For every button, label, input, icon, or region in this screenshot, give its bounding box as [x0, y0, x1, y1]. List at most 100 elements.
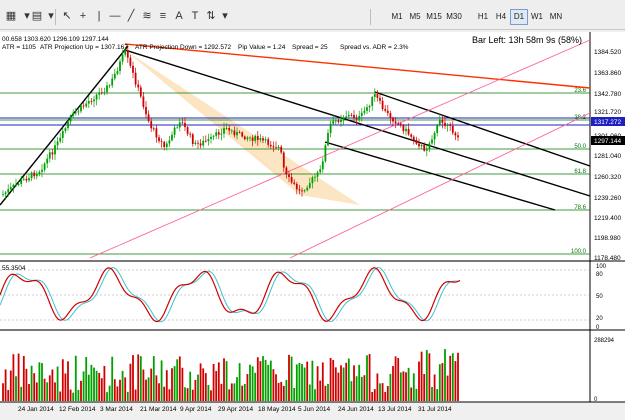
timeframe-m1[interactable]: M1 [388, 9, 406, 25]
volume-bar [363, 375, 366, 401]
candle-body [301, 190, 303, 192]
volume-bar [251, 366, 254, 401]
candle-body [399, 123, 402, 125]
volume-bar [241, 385, 244, 401]
volume-bar [394, 356, 397, 401]
candle-body [420, 144, 423, 147]
dropdown-icon-3[interactable]: ▾ [218, 9, 232, 23]
candle-body [171, 134, 173, 141]
candle-body [189, 133, 192, 135]
volume-bar [41, 363, 43, 401]
candle-body [186, 127, 189, 134]
cursor-icon[interactable]: ↖ [60, 9, 74, 23]
candle-body [397, 123, 400, 125]
candle-body [256, 135, 259, 140]
text-icon[interactable]: A [172, 9, 186, 23]
vertical-line-icon[interactable]: | [92, 9, 106, 23]
label-icon[interactable]: T [188, 9, 202, 23]
candle-body [236, 132, 238, 136]
fibonacci-icon[interactable]: ≡ [156, 9, 170, 23]
crosshair-icon[interactable]: + [76, 9, 90, 23]
candle-body [2, 194, 4, 196]
candle-body [431, 139, 433, 144]
candle-body [243, 136, 246, 140]
volume-bar [454, 361, 457, 401]
date-label: 29 Apr 2014 [218, 406, 253, 413]
volume-bar [295, 364, 298, 401]
timeframe-d1[interactable]: D1 [510, 9, 528, 25]
candle-body [87, 101, 90, 104]
timeframe-m5[interactable]: M5 [406, 9, 424, 25]
volume-bar [197, 374, 199, 401]
candle-body [20, 179, 23, 185]
volume-bar [90, 364, 93, 401]
candle-body [355, 118, 358, 120]
candle-body [121, 54, 124, 62]
channel-icon[interactable]: ≋ [140, 9, 154, 23]
date-label: 21 Mar 2014 [140, 406, 177, 413]
volume-bar [228, 389, 231, 401]
timeframe-mn[interactable]: MN [546, 9, 566, 25]
template-icon[interactable]: ▤ [30, 9, 44, 23]
horizontal-line-icon[interactable]: — [108, 9, 122, 23]
volume-bar [457, 352, 459, 401]
volume-bar [321, 362, 324, 401]
date-label: 24 Jan 2014 [18, 406, 54, 413]
volume-bar [285, 379, 288, 401]
candle-body [119, 61, 121, 72]
candle-body [342, 117, 345, 120]
volume-bar [171, 368, 173, 401]
arrows-icon[interactable]: ⇅ [204, 9, 218, 23]
volume-bar [264, 359, 267, 401]
chart-type-icon[interactable]: ▦ [4, 9, 18, 23]
volume-bar [2, 383, 4, 401]
volume-bar [61, 359, 64, 401]
timeframe-m15[interactable]: M15 [424, 9, 444, 25]
candle-body [142, 96, 145, 107]
volume-bar [275, 374, 277, 401]
volume-bar [410, 387, 413, 401]
candle-body [384, 108, 387, 111]
timeframe-w1[interactable]: W1 [528, 9, 546, 25]
candle-body [358, 115, 361, 120]
candle-body [145, 106, 147, 115]
volume-bar [217, 362, 220, 401]
candle-body [353, 115, 355, 119]
candle-body [74, 112, 77, 114]
candle-body [80, 105, 82, 112]
volume-bar [402, 371, 405, 401]
date-label: 3 Mar 2014 [100, 406, 133, 413]
candle-body [184, 122, 186, 128]
candle-body [345, 116, 348, 118]
candle-body [334, 120, 337, 122]
timeframe-m30[interactable]: M30 [444, 9, 464, 25]
volume-bar [103, 365, 106, 401]
volume-bar [368, 354, 371, 401]
volume-bar [12, 354, 15, 401]
candle-body [48, 152, 51, 159]
candle-body [407, 128, 410, 135]
timeframe-h1[interactable]: H1 [474, 9, 492, 25]
candle-body [155, 128, 158, 138]
volume-bar [176, 359, 179, 401]
candle-body [368, 105, 371, 108]
candle-body [51, 152, 54, 155]
candle-body [59, 137, 62, 142]
volume-bar [202, 368, 205, 401]
candle-body [30, 172, 33, 179]
candle-body [412, 136, 415, 140]
candle-body [277, 146, 280, 149]
volume-bar [225, 361, 228, 401]
chart-canvas[interactable]: 23.6 38.2 50.0 61.8 78.6 100.0 00.658 13… [0, 30, 625, 420]
volume-bar [230, 383, 233, 401]
volume-bar [267, 364, 270, 401]
candle-body [181, 122, 184, 124]
volume-bar [43, 378, 46, 401]
candle-body [275, 147, 277, 149]
timeframe-h4[interactable]: H4 [492, 9, 510, 25]
volume-bar [142, 369, 145, 401]
trendline-icon[interactable]: ╱ [124, 9, 138, 23]
candle-body [415, 139, 418, 144]
volume-bar [277, 382, 280, 401]
candle-body [373, 94, 376, 98]
